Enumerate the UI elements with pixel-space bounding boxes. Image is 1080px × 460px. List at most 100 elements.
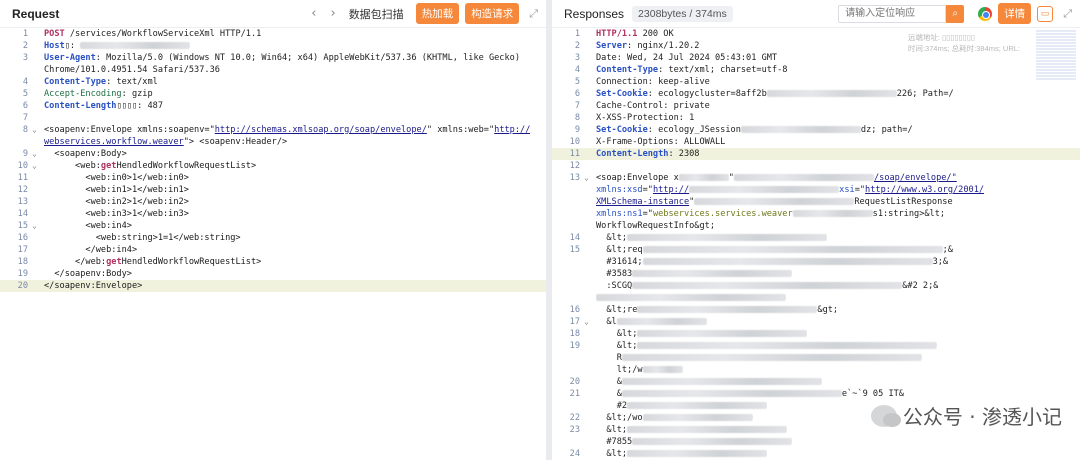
code-line[interactable]: 21 & e`~`9 05 IT&	[552, 388, 1080, 400]
code-line[interactable]: 15 ⌄ <web:in4>	[0, 220, 546, 232]
fold-chevron-icon[interactable]: ⌄	[584, 172, 596, 184]
code-line[interactable]: webservices.workflow.weaver"> <soapenv:H…	[0, 136, 546, 148]
code-line[interactable]: 10 X-Frame-Options: ALLOWALL	[552, 136, 1080, 148]
code-line[interactable]: R	[552, 352, 1080, 364]
code-token: &	[596, 389, 622, 399]
line-number	[552, 436, 584, 448]
code-line[interactable]: 17 ⌄ &l	[552, 316, 1080, 328]
code-line[interactable]: 5 Connection: keep-alive	[552, 76, 1080, 88]
chrome-icon[interactable]	[978, 6, 993, 21]
nav-next-icon[interactable]: ›	[330, 6, 335, 21]
line-text: &lt;re &gt;	[596, 304, 838, 316]
line-number: 1	[574, 29, 580, 39]
locate-response-input[interactable]	[838, 4, 947, 23]
redacted-text	[627, 450, 768, 457]
fold-chevron-icon[interactable]: ⌄	[32, 160, 44, 172]
code-line[interactable]: 19 &lt;	[552, 340, 1080, 352]
code-line[interactable]: 16 <web:string>1=1</web:string>	[0, 232, 546, 244]
code-line[interactable]: 7	[0, 112, 546, 124]
expand-icon[interactable]: ⤢	[529, 7, 538, 21]
code-line[interactable]: 6 Content-Length▯▯▯▯: 487	[0, 100, 546, 112]
hot-load-button[interactable]: 热加载	[415, 3, 460, 24]
code-line[interactable]: 13 ⌄ <soap:Envelope x "/soap/envelope/"	[552, 172, 1080, 184]
code-line[interactable]: 3 User-Agent: Mozilla/5.0 (Windows NT 10.…	[0, 52, 546, 64]
response-size-badge: 2308bytes / 374ms	[632, 5, 733, 22]
code-line[interactable]: xmlns:ns1="webservices.services.weaver s1…	[552, 208, 1080, 220]
comment-icon[interactable]: ▭	[1037, 5, 1054, 22]
packet-scan-button[interactable]: 数据包扫描	[349, 6, 404, 22]
code-token: <web:string>1=1</web:string>	[44, 233, 241, 243]
code-line[interactable]: 7 Cache-Control: private	[552, 100, 1080, 112]
request-editor[interactable]: 1 POST /services/WorkflowServiceXml HTTP/…	[0, 28, 546, 292]
code-line[interactable]: 20 </soapenv:Envelope>	[0, 280, 546, 292]
code-line[interactable]: 8 ⌄ <soapenv:Envelope xmlns:soapenv="http:…	[0, 124, 546, 136]
code-line[interactable]: 11 <web:in0>1</web:in0>	[0, 172, 546, 184]
line-number	[552, 364, 584, 376]
code-line[interactable]: 20 &	[552, 376, 1080, 388]
code-token: 226; Path=/	[896, 89, 954, 99]
fold-chevron-icon[interactable]: ⌄	[32, 124, 44, 136]
redacted-text	[616, 318, 707, 325]
code-line[interactable]: 11 Content-Length: 2308	[552, 148, 1080, 160]
code-token: /services/WorkflowServiceXml HTTP/1.1	[64, 29, 262, 39]
redacted-text	[678, 174, 729, 181]
fold-chevron-icon[interactable]: ⌄	[32, 148, 44, 160]
code-line[interactable]: 10 ⌄ <web:getHendledWorkflowRequestList>	[0, 160, 546, 172]
code-line[interactable]: 13 <web:in2>1</web:in2>	[0, 196, 546, 208]
line-text: &lt;/wo	[596, 412, 753, 424]
code-line[interactable]: 6 Set-Cookie: ecologycluster=8aff2b 226; P…	[552, 88, 1080, 100]
code-token: &lt;req	[596, 245, 643, 255]
code-line[interactable]: 2 Server: nginx/1.20.2	[552, 40, 1080, 52]
code-line[interactable]: 1 HTTP/1.1 200 OK	[552, 28, 1080, 40]
response-editor[interactable]: 1 HTTP/1.1 200 OK 2 Server: nginx/1.20.2 3 Da…	[552, 28, 1080, 460]
code-line[interactable]: 4 Content-Type: text/xml	[0, 76, 546, 88]
code-line[interactable]: 8 X-XSS-Protection: 1	[552, 112, 1080, 124]
code-line[interactable]: 14 <web:in3>1</web:in3>	[0, 208, 546, 220]
line-number: 12	[569, 161, 580, 171]
nav-prev-icon[interactable]: ‹	[311, 6, 316, 21]
search-icon[interactable]: ⌕	[946, 4, 965, 23]
code-line[interactable]: 9 ⌄ <soapenv:Body>	[0, 148, 546, 160]
code-line[interactable]: 2 Host▯:	[0, 40, 546, 52]
expand-icon[interactable]: ⤢	[1063, 7, 1072, 21]
line-text: &lt;	[596, 340, 938, 352]
line-number: 10	[17, 161, 28, 171]
code-line[interactable]: 3 Date: Wed, 24 Jul 2024 05:43:01 GMT	[552, 52, 1080, 64]
code-line[interactable]: 4 Content-Type: text/xml; charset=utf-8	[552, 64, 1080, 76]
code-line[interactable]: 12 <web:in1>1</web:in1>	[0, 184, 546, 196]
code-line[interactable]: Chrome/101.0.4951.54 Safari/537.36	[0, 64, 546, 76]
fold-chevron-icon[interactable]: ⌄	[584, 316, 596, 328]
code-line[interactable]: xmlns:xsd="http://xsi="http://www.w3.org…	[552, 184, 1080, 196]
construct-request-button[interactable]: 构造请求	[465, 3, 520, 24]
code-line[interactable]: 16 &lt;re &gt;	[552, 304, 1080, 316]
code-line[interactable]: lt;/w	[552, 364, 1080, 376]
code-line[interactable]: 15 &lt;req ;&	[552, 244, 1080, 256]
details-button[interactable]: 详情	[998, 3, 1032, 24]
code-line[interactable]: 24 &lt;	[552, 448, 1080, 460]
code-line[interactable]	[552, 292, 1080, 304]
fold-chevron-icon[interactable]: ⌄	[32, 220, 44, 232]
line-text: <web:in2>1</web:in2>	[44, 196, 188, 208]
line-number: 24	[569, 449, 580, 459]
code-line[interactable]: 1 POST /services/WorkflowServiceXml HTTP/…	[0, 28, 546, 40]
code-line[interactable]: 17 </web:in4>	[0, 244, 546, 256]
code-line[interactable]: XMLSchema-instance" RequestListResponse	[552, 196, 1080, 208]
fold-gutter	[32, 88, 44, 100]
code-line[interactable]: 12	[552, 160, 1080, 172]
code-token: e`~`9 05 IT&	[841, 389, 904, 399]
line-text: X-XSS-Protection: 1	[596, 112, 694, 124]
code-line[interactable]: 18 </web:getHendledWorkflowRequestList>	[0, 256, 546, 268]
code-line[interactable]: 14 &lt;	[552, 232, 1080, 244]
code-line[interactable]: #7855	[552, 436, 1080, 448]
code-token: RequestListResponse	[854, 197, 953, 207]
code-line[interactable]: :SCGQ &#2 2;&	[552, 280, 1080, 292]
code-line[interactable]: 19 </soapenv:Body>	[0, 268, 546, 280]
code-line[interactable]: 9 Set-Cookie: ecology_JSession dz; path=/	[552, 124, 1080, 136]
code-line[interactable]: 5 Accept-Encoding: gzip	[0, 88, 546, 100]
code-line[interactable]: WorkflowRequestInfo&gt;	[552, 220, 1080, 232]
line-text: <web:in1>1</web:in1>	[44, 184, 188, 196]
code-line[interactable]: #3583	[552, 268, 1080, 280]
code-line[interactable]: #31614; 3;&	[552, 256, 1080, 268]
code-token: X-Frame-Options: ALLOWALL	[596, 137, 726, 147]
code-line[interactable]: 18 &lt;	[552, 328, 1080, 340]
